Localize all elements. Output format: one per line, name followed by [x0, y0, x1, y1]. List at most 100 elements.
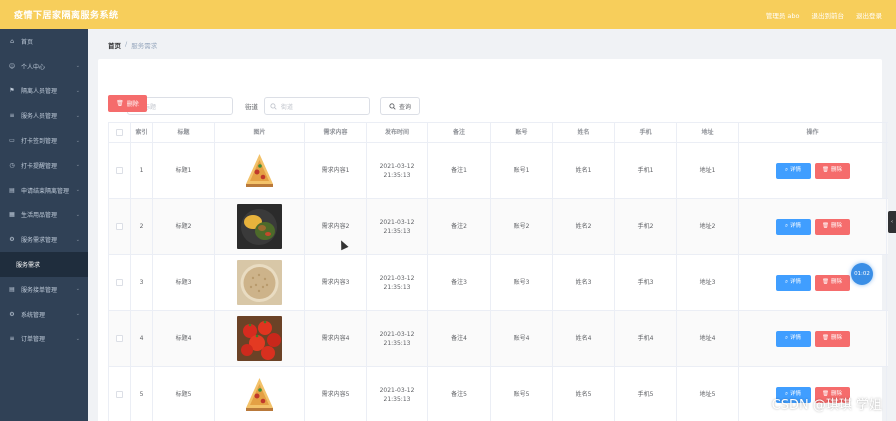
side-panel-toggle[interactable]: ‹ — [888, 211, 896, 233]
cell-image — [215, 255, 305, 310]
cell-remark: 备注3 — [428, 255, 491, 310]
cell-phone: 手机1 — [615, 143, 677, 198]
chevron-down-icon: ⌄ — [75, 211, 80, 218]
sidebar-item-label: 打卡签到管理 — [21, 138, 58, 146]
breadcrumb: 首页 / 服务需求 — [108, 40, 157, 50]
table-row: 4 标题4 需求内容4 2021-03-12 21:35:13 备注4 账号4 姓名4 手机4… — [109, 311, 888, 367]
header-phone: 手机 — [615, 123, 677, 142]
timer-badge[interactable]: 01:02 — [851, 263, 873, 285]
trash-icon: 🗑 — [822, 335, 829, 341]
breadcrumb-home[interactable]: 首页 — [108, 40, 121, 50]
grid-icon: ▦ — [9, 211, 15, 219]
search-icon: ⌕ — [784, 335, 789, 341]
data-table: 索引 标题 图片 需求内容 发布时间 备注 账号 姓名 手机 地址 操作 1 标题1 需求内容1 2021-… — [108, 122, 888, 421]
logout-link[interactable]: 退出登录 — [856, 10, 882, 20]
cell-select — [109, 143, 131, 198]
app-title: 疫情下居家隔离服务系统 — [14, 11, 119, 21]
trash-icon: 🗑 — [822, 223, 829, 229]
main-area: 首页 / 服务需求 标题 标题 街道 街道 查询 🗑 删除 索引标题图片需求内容… — [88, 29, 896, 421]
sidebar-item[interactable]: ▭ 打卡签到管理 ⌄ — [0, 128, 88, 153]
delete-button-label: 删除 — [830, 223, 842, 229]
chevron-down-icon: ⌄ — [75, 311, 80, 318]
sidebar-item-label: 打卡提醒管理 — [21, 162, 58, 170]
sidebar-item[interactable]: ⌂ 首页 — [0, 29, 88, 54]
exit-to-front-link[interactable]: 退出到前台 — [812, 10, 845, 20]
detail-button[interactable]: ⌕ 详情 — [775, 162, 811, 179]
doc-icon: ▤ — [9, 186, 15, 194]
detail-button[interactable]: ⌕ 详情 — [775, 218, 811, 235]
cell-title: 标题2 — [153, 199, 215, 254]
cell-remark: 备注5 — [428, 367, 491, 421]
chevron-down-icon: ⌄ — [75, 236, 80, 243]
sidebar-item-label: 申请结束隔离管理 — [21, 187, 70, 195]
top-header: 疫情下居家隔离服务系统 管理员 abo 退出到前台 退出登录 — [0, 0, 896, 29]
detail-button[interactable]: ⌕ 详情 — [775, 330, 811, 347]
delete-button[interactable]: 🗑 删除 — [814, 274, 850, 291]
trash-icon: 🗑 — [822, 167, 829, 173]
sidebar-subitem-service-demand[interactable]: 服务需求 — [0, 252, 88, 277]
cell-phone: 手机3 — [615, 255, 677, 310]
street-search-input[interactable]: 街道 — [264, 97, 370, 115]
cell-phone: 手机2 — [615, 199, 677, 254]
row-checkbox[interactable] — [116, 335, 123, 342]
delete-button-label: 删除 — [830, 335, 842, 341]
row-actions: ⌕ 详情 🗑 删除 — [775, 218, 850, 235]
cell-image — [215, 367, 305, 421]
sidebar-item-label: 系统管理 — [21, 311, 46, 319]
food-image — [237, 316, 282, 361]
detail-button[interactable]: ⌕ 详情 — [775, 274, 811, 291]
settings-icon: ⚙ — [9, 310, 15, 318]
row-checkbox[interactable] — [116, 167, 123, 174]
street-placeholder: 街道 — [281, 103, 294, 111]
row-checkbox[interactable] — [116, 391, 123, 398]
row-checkbox[interactable] — [116, 223, 123, 230]
trash-icon: 🗑 — [822, 279, 829, 285]
sidebar-item-label: 服务需求管理 — [21, 237, 58, 245]
search-icon — [270, 102, 277, 110]
watermark: CSDN @琪琪 学姐 — [771, 398, 882, 413]
sidebar-item[interactable]: ◷ 打卡提醒管理 ⌄ — [0, 153, 88, 178]
list-icon: ≡ — [9, 335, 15, 343]
row-checkbox[interactable] — [116, 279, 123, 286]
chevron-down-icon: ⌄ — [75, 187, 80, 194]
current-user: 管理员 abo — [765, 11, 800, 20]
sidebar-item[interactable]: ≡ 服务人员管理 ⌄ — [0, 103, 88, 128]
flag-icon: ⚑ — [9, 87, 15, 95]
sidebar-item[interactable]: ▤ 服务接单管理 ⌄ — [0, 277, 88, 302]
user-icon: ☺ — [8, 62, 16, 70]
header-title: 标题 — [153, 123, 215, 142]
street-label: 街道 — [245, 103, 258, 111]
cell-select — [109, 367, 131, 421]
batch-delete-button[interactable]: 🗑 删除 — [108, 95, 147, 112]
row-actions: ⌕ 详情 🗑 删除 — [775, 274, 850, 291]
batch-delete-label: 删除 — [126, 101, 139, 108]
cell-phone: 手机5 — [615, 367, 677, 421]
header-index: 索引 — [131, 123, 153, 142]
sidebar-item[interactable]: ⚙ 系统管理 ⌄ — [0, 302, 88, 327]
delete-button[interactable]: 🗑 删除 — [814, 162, 850, 179]
sidebar-item[interactable]: ⚙ 服务需求管理 ⌄ — [0, 227, 88, 252]
header-select[interactable] — [109, 123, 131, 142]
cell-name: 姓名2 — [553, 199, 615, 254]
sidebar-item[interactable]: ▦ 生活用品管理 ⌄ — [0, 203, 88, 228]
cell-address: 地址1 — [677, 143, 739, 198]
sidebar-item[interactable]: ≡ 订单管理 ⌄ — [0, 327, 88, 352]
cell-image — [215, 143, 305, 198]
sidebar-item[interactable]: ▤ 申请结束隔离管理 ⌄ — [0, 178, 88, 203]
cell-publish-time: 2021-03-12 21:35:13 — [367, 311, 428, 366]
delete-button[interactable]: 🗑 删除 — [814, 218, 850, 235]
cell-remark: 备注2 — [428, 199, 491, 254]
cell-index: 3 — [131, 255, 153, 310]
delete-button[interactable]: 🗑 删除 — [814, 330, 850, 347]
cell-publish-time: 2021-03-12 21:35:13 — [367, 199, 428, 254]
cell-title: 标题4 — [153, 311, 215, 366]
select-all-checkbox[interactable] — [116, 129, 123, 136]
sidebar-item[interactable]: ☺ 个人中心 ⌄ — [0, 54, 88, 79]
sidebar-item[interactable]: ⚑ 隔离人员管理 ⌄ — [0, 79, 88, 104]
header-image: 图片 — [215, 123, 305, 142]
cell-name: 姓名1 — [553, 143, 615, 198]
detail-button-label: 详情 — [790, 167, 802, 173]
query-button[interactable]: 查询 — [380, 97, 420, 115]
chevron-left-icon: ‹ — [891, 219, 893, 225]
sidebar-item-label: 生活用品管理 — [21, 212, 58, 220]
